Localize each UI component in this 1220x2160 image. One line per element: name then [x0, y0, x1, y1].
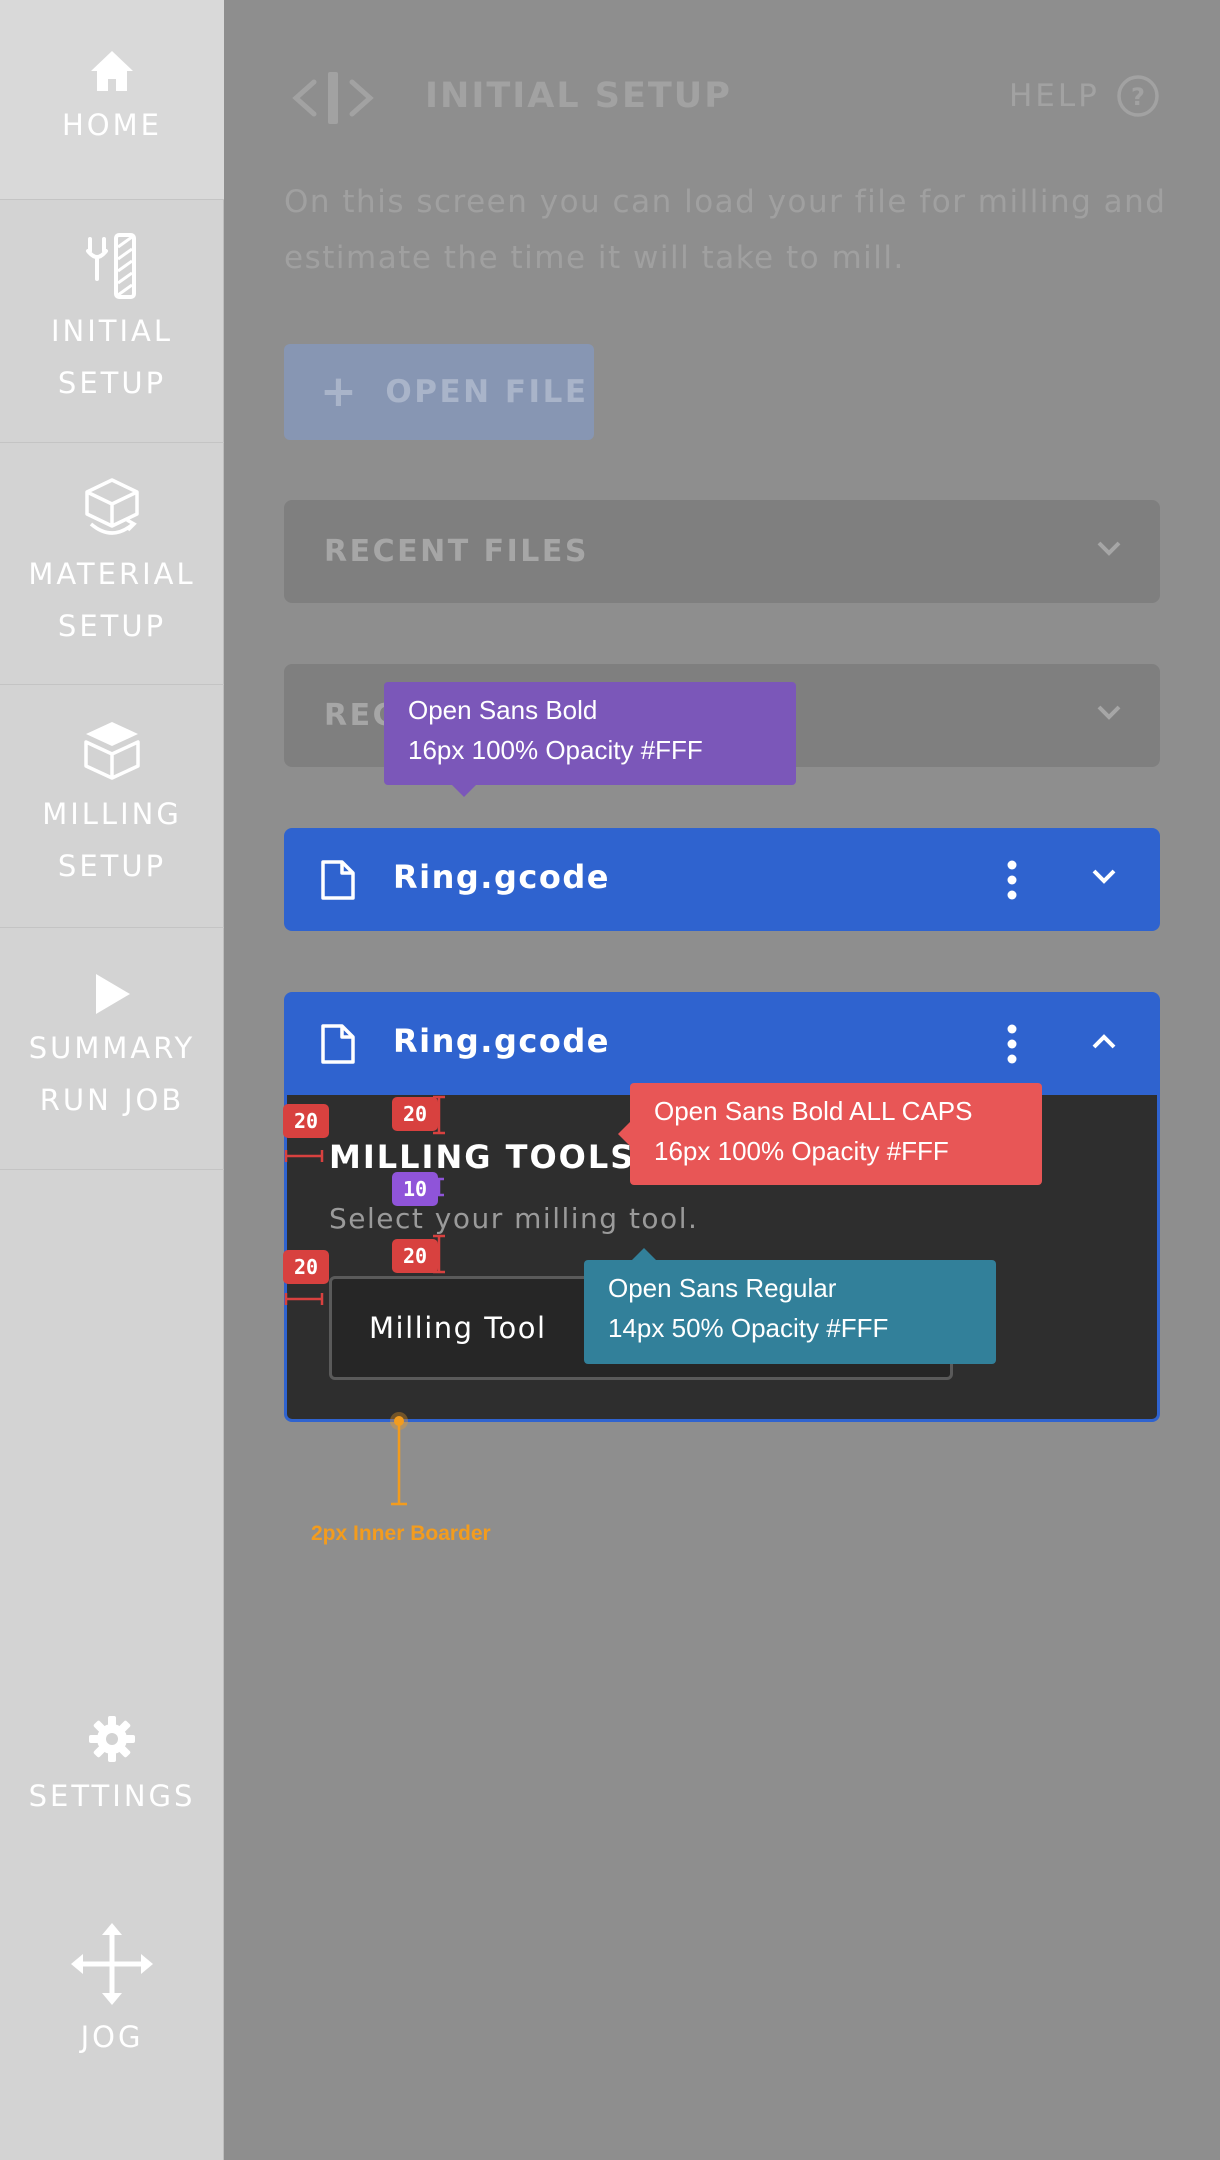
spacing-badge: 20	[392, 1097, 438, 1131]
file-row[interactable]: Ring.gcode	[284, 828, 1160, 931]
sidebar-item-jog[interactable]: JOG	[0, 1905, 224, 2080]
chevron-down-icon	[1097, 541, 1121, 556]
sidebar-item-milling-setup[interactable]: MILLING SETUP	[0, 685, 224, 928]
help-button[interactable]: HELP	[1009, 78, 1100, 114]
font-spec-tooltip: Open Sans Bold ALL CAPS 16px 100% Opacit…	[630, 1083, 1042, 1185]
sidebar-item-label: JOG	[80, 2019, 144, 2054]
more-options-icon[interactable]	[1006, 860, 1018, 900]
milling-bit-icon	[86, 233, 136, 299]
intro-text: On this screen you can load your file fo…	[284, 184, 1167, 276]
tooltip-arrow	[452, 785, 476, 797]
file-name: Ring.gcode	[393, 1022, 610, 1060]
sidebar-item-material-setup[interactable]: MATERIAL SETUP	[0, 443, 224, 685]
tooltip-arrow	[632, 1248, 656, 1260]
svg-text:?: ?	[1131, 83, 1145, 111]
file-icon	[321, 860, 355, 900]
play-icon	[96, 973, 130, 1014]
sidebar-item-label: MATERIAL SETUP	[28, 556, 196, 643]
tooltip-line: 16px 100% Opacity #FFF	[654, 1136, 949, 1166]
more-options-icon[interactable]	[1006, 1024, 1018, 1064]
chevron-down-icon	[1097, 705, 1121, 720]
arrows-swap-icon	[292, 72, 374, 124]
tooltip-line: Open Sans Bold ALL CAPS	[654, 1096, 973, 1126]
font-spec-tooltip: Open Sans Regular 14px 50% Opacity #FFF	[584, 1260, 996, 1364]
sidebar-item-label: INITIAL SETUP	[50, 314, 174, 400]
border-callout-line	[390, 1412, 408, 1506]
file-icon	[321, 1024, 355, 1064]
spacing-badge: 10	[392, 1172, 438, 1206]
page-title: INITIAL SETUP	[425, 76, 732, 116]
open-file-button[interactable]: + OPEN FILE	[284, 344, 594, 440]
file-name: Ring.gcode	[393, 858, 610, 896]
chevron-down-icon[interactable]	[1091, 868, 1117, 886]
sidebar-item-label: SETTINGS	[28, 1778, 196, 1813]
spacing-badge: 20	[392, 1239, 438, 1273]
plus-icon: +	[320, 366, 360, 417]
main-content: INITIAL SETUP HELP ? On this screen you …	[224, 0, 1220, 2160]
sidebar-item-initial-setup[interactable]: INITIAL SETUP	[0, 200, 224, 443]
accordion-label: RECENT FILES	[324, 534, 589, 569]
tooltip-line: Open Sans Bold	[408, 695, 598, 725]
border-note: 2px Inner Boarder	[311, 1522, 491, 1545]
home-icon	[91, 50, 133, 91]
gear-icon	[89, 1715, 135, 1762]
recent-files-accordion[interactable]: RECENT FILES	[284, 500, 1160, 603]
sidebar-item-label: HOME	[62, 107, 162, 142]
font-spec-tooltip: Open Sans Bold 16px 100% Opacity #FFF	[384, 682, 796, 785]
spacing-badge: 20	[283, 1250, 329, 1284]
sidebar-item-label: SUMMARY RUN JOB	[28, 1030, 196, 1117]
milling-stack-icon	[84, 722, 140, 780]
tooltip-line: 14px 50% Opacity #FFF	[608, 1313, 889, 1343]
move-arrows-icon	[71, 1922, 153, 2005]
sidebar-item-summary-run-job[interactable]: SUMMARY RUN JOB	[0, 928, 224, 1170]
help-circle-icon[interactable]: ?	[1116, 74, 1160, 118]
tooltip-line: Open Sans Regular	[608, 1273, 837, 1303]
sidebar-item-label: MILLING SETUP	[42, 797, 182, 883]
material-cube-icon	[85, 477, 139, 535]
chevron-up-icon[interactable]	[1091, 1032, 1117, 1050]
open-file-label: OPEN FILE	[385, 374, 589, 410]
tooltip-arrow	[618, 1122, 630, 1146]
sidebar-item-settings[interactable]: SETTINGS	[0, 1680, 224, 1855]
sidebar: HOME INITIAL SETUP MATERIAL SETUP MILLIN…	[0, 0, 224, 2160]
file-row-expanded[interactable]: Ring.gcode	[284, 992, 1160, 1095]
tooltip-line: 16px 100% Opacity #FFF	[408, 735, 703, 765]
spacing-badge: 20	[283, 1104, 329, 1138]
sidebar-item-home[interactable]: HOME	[0, 0, 224, 200]
